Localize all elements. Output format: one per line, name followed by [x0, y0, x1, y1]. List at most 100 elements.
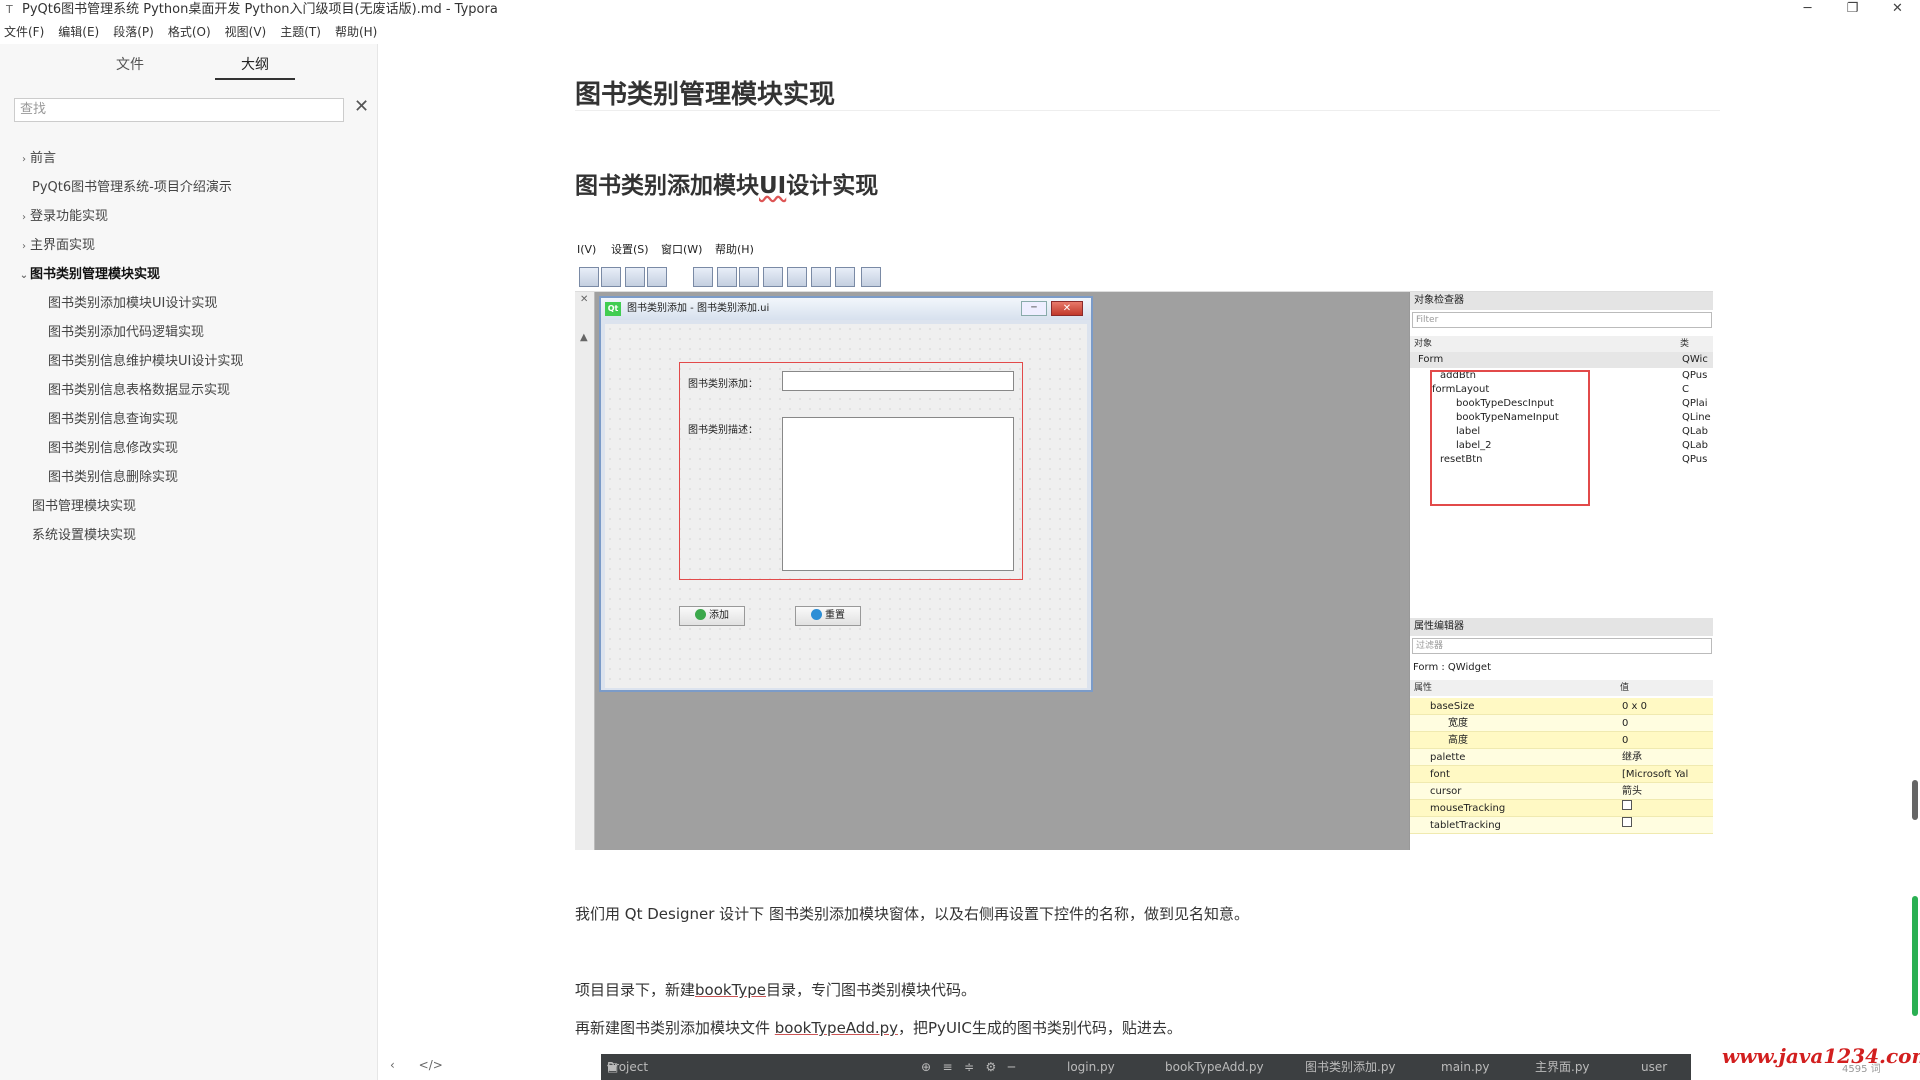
property-row: baseSize 0 x 0 [1410, 698, 1713, 715]
col-object: 对象 [1414, 339, 1433, 349]
source-code-icon[interactable]: </> [419, 1058, 443, 1072]
outline-item[interactable]: ⌄ 图书类别管理模块实现 [20, 264, 160, 286]
chevron-right-icon[interactable]: › [18, 207, 30, 229]
property-name: tabletTracking [1430, 820, 1501, 831]
designer-tool-icon [717, 267, 737, 287]
inspector-title: 对象检查器 [1410, 292, 1713, 310]
heading-2-post: 设计实现 [786, 173, 879, 199]
outline-search-input[interactable]: 查找 [14, 98, 344, 122]
property-name: mouseTracking [1430, 803, 1506, 814]
outline-item[interactable]: 图书类别信息查询实现 [48, 409, 178, 431]
designer-tool-icon [739, 267, 759, 287]
checkbox-icon [1622, 817, 1632, 827]
outline-item-label: 前言 [30, 151, 57, 166]
editor-content[interactable]: 图书类别管理模块实现 图书类别添加模块UI设计实现 I(V) 设置(S) 窗口(… [575, 0, 1720, 1080]
typora-app-icon: T [6, 3, 13, 16]
outline-item[interactable]: PyQt6图书管理系统-项目介绍演示 [32, 177, 232, 199]
property-value: 0 x 0 [1622, 701, 1647, 712]
reset-icon [811, 609, 822, 620]
menu-help[interactable]: 帮助(H) [335, 22, 377, 42]
qt-logo-icon: Qt [605, 302, 621, 316]
close-button[interactable]: ✕ [1875, 0, 1920, 20]
tab-login: login.py [1067, 1060, 1115, 1074]
tab-files[interactable]: 文件 [90, 52, 170, 78]
restore-button[interactable]: ❐ [1830, 0, 1875, 20]
object-class: QPus [1682, 454, 1708, 465]
outline-item-label: 主界面实现 [30, 238, 96, 253]
outline-item[interactable]: › 登录功能实现 [22, 206, 108, 228]
tab-outline[interactable]: 大纲 [215, 52, 295, 80]
property-row: font [Microsoft Yal [1410, 766, 1713, 783]
menu-view[interactable]: 视图(V) [225, 22, 267, 42]
menu-file[interactable]: 文件(F) [4, 22, 44, 42]
property-value: 0 [1622, 718, 1629, 729]
form-layout-highlight: 图书类别添加： 图书类别描述： [679, 362, 1023, 580]
chevron-left-icon[interactable]: ‹ [390, 1058, 395, 1072]
heading-divider [575, 110, 1720, 111]
add-button: 添加 [679, 606, 745, 626]
property-columns: 属性 值 [1410, 680, 1713, 696]
project-label: Project [607, 1060, 649, 1074]
designer-menu: I(V) 设置(S) 窗口(W) 帮助(H) [575, 238, 1713, 262]
designer-tool-icon [835, 267, 855, 287]
p2-link[interactable]: bookType [695, 981, 766, 999]
outline-item[interactable]: 图书类别信息表格数据显示实现 [48, 380, 230, 402]
form-title: 图书类别添加 - 图书类别添加.ui [601, 298, 1091, 320]
designer-tool-icon [861, 267, 881, 287]
outline-item-label: 图书类别添加代码逻辑实现 [48, 325, 205, 340]
property-row: palette 继承 [1410, 749, 1713, 766]
chevron-right-icon[interactable]: › [18, 149, 30, 171]
menu-edit[interactable]: 编辑(E) [58, 22, 99, 42]
add-icon [695, 609, 706, 620]
sidebar-tabs: 文件 大纲 [60, 52, 320, 86]
property-name: 高度 [1448, 735, 1468, 746]
property-row: 高度 0 [1410, 732, 1713, 749]
designer-tool-icon [811, 267, 831, 287]
menu-format[interactable]: 格式(O) [168, 22, 211, 42]
form-class-text: Form : QWidget [1413, 662, 1492, 673]
outline-item[interactable]: 图书类别信息删除实现 [48, 467, 178, 489]
form-close-icon: ✕ [1051, 301, 1083, 316]
minimize-button[interactable]: ─ [1785, 0, 1830, 20]
outline-item-label: 图书管理模块实现 [32, 499, 137, 514]
designer-tool-icon [647, 267, 667, 287]
property-row: 宽度 0 [1410, 715, 1713, 732]
p2-post: 目录，专门图书类别模块代码。 [766, 981, 977, 999]
property-name: baseSize [1430, 701, 1475, 712]
add-button-label: 添加 [709, 610, 729, 621]
outline-item[interactable]: › 主界面实现 [22, 235, 96, 257]
designer-tool-icon [601, 267, 621, 287]
tab-booktypeadd-ui: 图书类别添加.py [1305, 1060, 1396, 1074]
menu-paragraph[interactable]: 段落(P) [113, 22, 154, 42]
outline-item[interactable]: › 前言 [22, 148, 57, 170]
chevron-down-icon[interactable]: ⌄ [18, 265, 30, 287]
close-icon: ✕ [580, 294, 589, 305]
outline-item[interactable]: 系统设置模块实现 [32, 525, 136, 547]
outline-item[interactable]: 图书管理模块实现 [32, 496, 136, 518]
chevron-right-icon[interactable]: › [18, 236, 30, 258]
outline-item-label: PyQt6图书管理系统-项目介绍演示 [32, 180, 232, 195]
scroll-position-indicator [1912, 896, 1918, 1016]
outline-item[interactable]: 图书类别添加模块UI设计实现 [48, 293, 217, 315]
checkbox-icon [1622, 800, 1632, 810]
property-name: font [1430, 769, 1450, 780]
col-class: 类 [1680, 339, 1690, 349]
form-class-label: Form : QWidget [1410, 660, 1713, 676]
designer-left-strip: ✕ ▲ [575, 292, 595, 850]
scrollbar-thumb[interactable] [1912, 780, 1918, 820]
outline-item[interactable]: 图书类别信息维护模块UI设计实现 [48, 351, 243, 373]
close-icon[interactable]: ✕ [354, 96, 369, 117]
menu-theme[interactable]: 主题(T) [280, 22, 321, 42]
p3-link[interactable]: bookTypeAdd.py [775, 1019, 898, 1037]
outline-item[interactable]: 图书类别信息修改实现 [48, 438, 178, 460]
outline-item[interactable]: 图书类别添加代码逻辑实现 [48, 322, 204, 344]
property-value: 继承 [1622, 752, 1642, 763]
designer-menu-help: 帮助(H) [715, 243, 754, 256]
designer-tool-icon [579, 267, 599, 287]
tab-user: user [1641, 1060, 1668, 1074]
toolbar-icons: ⊕ ≡ ≑ ⚙ ─ [921, 1060, 1015, 1074]
property-row: mouseTracking [1410, 800, 1713, 817]
outline-item-label: 图书类别信息删除实现 [48, 470, 179, 485]
property-name: 宽度 [1448, 718, 1468, 729]
word-count[interactable]: 4595 词 [1842, 1060, 1881, 1075]
